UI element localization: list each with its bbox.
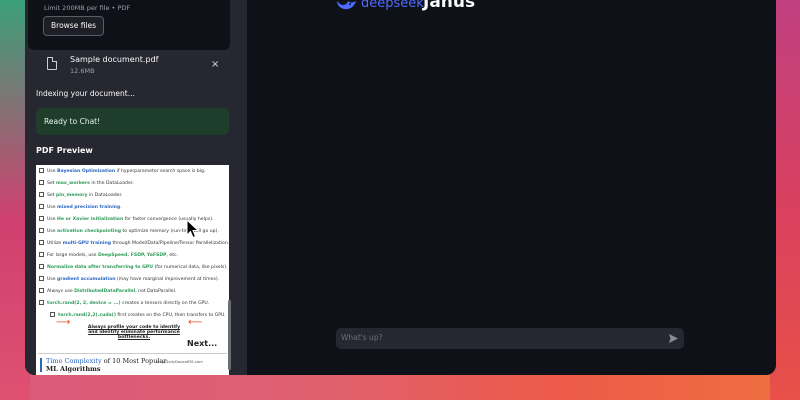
pdf-preview[interactable]: Use Bayesian Optimization if hyperparame… [36,165,229,375]
send-icon[interactable] [668,333,679,344]
checkbox-icon [39,288,44,293]
checkbox-icon [39,204,44,209]
file-uploader-dropzone[interactable]: Limit 200MB per file • PDF Browse files [28,0,230,50]
pdf-checklist-line: Set pin_memory in DataLoader. [39,192,122,198]
checkbox-icon [39,216,44,221]
browse-files-button[interactable]: Browse files [43,16,105,36]
pdf-next-text: Next... [187,339,218,348]
logo-brand-text: deepseek [361,0,424,11]
pdf-profile-text: Always profile your code to identify and… [87,325,181,340]
sidebar: Limit 200MB per file • PDF Browse files … [25,0,247,375]
pdf-checklist-line: Utilize multi-GPU training through Model… [39,240,229,246]
deepseek-whale-icon [337,1,356,10]
pdf-checklist-line: Use mixed precision training. [39,204,122,210]
ready-alert: Ready to Chat! [36,108,229,135]
chat-input-placeholder: What's up? [341,333,383,342]
pdf-next-page: Time Complexity of 10 Most Popular ML Al… [38,353,227,375]
checkbox-icon [39,240,44,245]
upload-limit-text: Limit 200MB per file • PDF [44,4,131,12]
remove-file-icon[interactable]: × [211,59,219,70]
logo-product-text: Janus [423,0,476,12]
checkbox-icon [39,276,44,281]
pdf-preview-title: PDF Preview [36,146,93,155]
pdf-checklist-line: For large models, use DeepSpeed, FSDP, Y… [39,252,178,258]
pdf-checklist-line: Normalize data after transferring to GPU… [39,264,228,270]
sidebar-scrollbar[interactable] [228,300,231,370]
pdf-checklist-line: Always use DistributedDataParallel, not … [39,288,176,294]
checkbox-icon [39,264,44,269]
uploaded-file-row: Sample document.pdf 12.6MB × [41,54,231,78]
chat-input[interactable]: What's up? [336,328,684,349]
pdf-checklist-line: torch.rand(2, 2, device = ...) creates a… [39,300,209,306]
checkbox-icon [39,192,44,197]
pdf-checklist-line: Set max_workers in the DataLoader. [39,180,134,186]
file-icon [47,57,57,70]
pdf-checklist-line: Use Bayesian Optimization if hyperparame… [39,168,205,174]
checkbox-icon [39,228,44,233]
arrow-right-icon: ⟶ [56,317,71,328]
arrow-left-icon: ⟵ [188,317,203,328]
checkbox-icon [39,168,44,173]
mouse-cursor-icon [186,219,200,239]
checkbox-icon [39,300,44,305]
pdf-checklist-line: Use gradient accumulation (may have marg… [39,276,219,282]
checkbox-icon [39,180,44,185]
pdf-blog-url: blog.DailyDoseofDS.com [156,359,203,364]
app-window: Limit 200MB per file • PDF Browse files … [25,0,776,375]
indexing-status: Indexing your document... [36,89,135,98]
pdf-page-subtitle: ML Algorithms [46,365,101,373]
file-name: Sample document.pdf [70,55,159,64]
checkbox-icon [39,252,44,257]
file-size: 12.6MB [70,67,95,75]
pdf-page-title: Time Complexity of 10 Most Popular [46,357,167,365]
